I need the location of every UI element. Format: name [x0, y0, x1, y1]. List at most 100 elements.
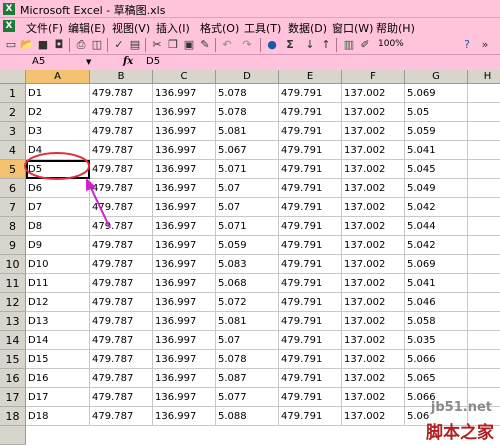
cell-f13[interactable]: 137.002 [342, 312, 405, 331]
cell-a12[interactable]: D12 [26, 293, 90, 312]
cell-f5[interactable]: 137.002 [342, 160, 405, 179]
cell-d7[interactable]: 5.07 [216, 198, 279, 217]
cell-h10[interactable] [468, 255, 500, 274]
cut-icon[interactable]: ✂ [150, 38, 164, 52]
row-header-17[interactable]: 17 [0, 388, 26, 407]
cell-h14[interactable] [468, 331, 500, 350]
cell-f18[interactable]: 137.002 [342, 407, 405, 426]
cell-a10[interactable]: D10 [26, 255, 90, 274]
chart-wizard-icon[interactable]: ▥ [342, 38, 356, 52]
cell-b14[interactable]: 479.787 [90, 331, 153, 350]
cell-e6[interactable]: 479.791 [279, 179, 342, 198]
cell-a9[interactable]: D9 [26, 236, 90, 255]
sort-ascending-icon[interactable]: ↓ [303, 38, 317, 52]
column-header-h[interactable]: H [468, 70, 500, 84]
cell-b13[interactable]: 479.787 [90, 312, 153, 331]
cell-b12[interactable]: 479.787 [90, 293, 153, 312]
column-header-g[interactable]: G [405, 70, 468, 84]
cell-h1[interactable] [468, 84, 500, 103]
format-painter-icon[interactable]: ✎ [198, 38, 212, 52]
help-icon[interactable]: ? [460, 38, 474, 52]
cell-g1[interactable]: 5.069 [405, 84, 468, 103]
cell-a14[interactable]: D14 [26, 331, 90, 350]
cell-d16[interactable]: 5.087 [216, 369, 279, 388]
cell-a4[interactable]: D4 [26, 141, 90, 160]
autosum-icon[interactable]: Σ [283, 38, 297, 52]
cell-e7[interactable]: 479.791 [279, 198, 342, 217]
cell-f11[interactable]: 137.002 [342, 274, 405, 293]
column-header-f[interactable]: F [342, 70, 405, 84]
cell-b1[interactable]: 479.787 [90, 84, 153, 103]
cell-h13[interactable] [468, 312, 500, 331]
cell-g4[interactable]: 5.041 [405, 141, 468, 160]
cell-f8[interactable]: 137.002 [342, 217, 405, 236]
hyperlink-icon[interactable]: ● [265, 38, 279, 52]
cell-b15[interactable]: 479.787 [90, 350, 153, 369]
cell-f14[interactable]: 137.002 [342, 331, 405, 350]
column-header-e[interactable]: E [279, 70, 342, 84]
cell-c17[interactable]: 136.997 [153, 388, 216, 407]
cell-g11[interactable]: 5.041 [405, 274, 468, 293]
cell-e8[interactable]: 479.791 [279, 217, 342, 236]
cell-b4[interactable]: 479.787 [90, 141, 153, 160]
cell-f3[interactable]: 137.002 [342, 122, 405, 141]
cell-d1[interactable]: 5.078 [216, 84, 279, 103]
menu-insert[interactable]: 插入(I) [156, 20, 190, 36]
name-box[interactable]: A5 [22, 56, 92, 68]
cell-c14[interactable]: 136.997 [153, 331, 216, 350]
cell-e4[interactable]: 479.791 [279, 141, 342, 160]
row-header-6[interactable]: 6 [0, 179, 26, 198]
cell-g10[interactable]: 5.069 [405, 255, 468, 274]
cell-d15[interactable]: 5.078 [216, 350, 279, 369]
cell-g12[interactable]: 5.046 [405, 293, 468, 312]
cell-a11[interactable]: D11 [26, 274, 90, 293]
cell-b3[interactable]: 479.787 [90, 122, 153, 141]
cell-h8[interactable] [468, 217, 500, 236]
cell-a16[interactable]: D16 [26, 369, 90, 388]
cell-e18[interactable]: 479.791 [279, 407, 342, 426]
print-preview-icon[interactable]: ◫ [90, 38, 104, 52]
cell-f1[interactable]: 137.002 [342, 84, 405, 103]
permission-icon[interactable]: ◘ [52, 38, 66, 52]
cell-g16[interactable]: 5.065 [405, 369, 468, 388]
cell-b10[interactable]: 479.787 [90, 255, 153, 274]
cell-h12[interactable] [468, 293, 500, 312]
menu-edit[interactable]: 编辑(E) [68, 20, 106, 36]
cell-h3[interactable] [468, 122, 500, 141]
cell-e3[interactable]: 479.791 [279, 122, 342, 141]
cell-h5[interactable] [468, 160, 500, 179]
cell-f9[interactable]: 137.002 [342, 236, 405, 255]
row-header-2[interactable]: 2 [0, 103, 26, 122]
cell-e16[interactable]: 479.791 [279, 369, 342, 388]
cell-c11[interactable]: 136.997 [153, 274, 216, 293]
cell-g8[interactable]: 5.044 [405, 217, 468, 236]
cell-d11[interactable]: 5.068 [216, 274, 279, 293]
cell-b6[interactable]: 479.787 [90, 179, 153, 198]
spelling-icon[interactable]: ✓ [112, 38, 126, 52]
menu-help[interactable]: 帮助(H) [376, 20, 415, 36]
cell-c10[interactable]: 136.997 [153, 255, 216, 274]
cell-d12[interactable]: 5.072 [216, 293, 279, 312]
row-header-8[interactable]: 8 [0, 217, 26, 236]
cell-a2[interactable]: D2 [26, 103, 90, 122]
cell-c8[interactable]: 136.997 [153, 217, 216, 236]
cell-g3[interactable]: 5.059 [405, 122, 468, 141]
cell-b11[interactable]: 479.787 [90, 274, 153, 293]
cell-c18[interactable]: 136.997 [153, 407, 216, 426]
cell-f7[interactable]: 137.002 [342, 198, 405, 217]
cell-g6[interactable]: 5.049 [405, 179, 468, 198]
cell-e17[interactable]: 479.791 [279, 388, 342, 407]
research-icon[interactable]: ▤ [128, 38, 142, 52]
cell-a5[interactable]: D5 [26, 160, 90, 179]
row-header-12[interactable]: 12 [0, 293, 26, 312]
cell-d3[interactable]: 5.081 [216, 122, 279, 141]
copy-icon[interactable]: ❐ [166, 38, 180, 52]
cell-e12[interactable]: 479.791 [279, 293, 342, 312]
column-header-c[interactable]: C [153, 70, 216, 84]
row-header-13[interactable]: 13 [0, 312, 26, 331]
cell-d4[interactable]: 5.067 [216, 141, 279, 160]
formula-input[interactable]: D5 [146, 56, 160, 68]
cell-c9[interactable]: 136.997 [153, 236, 216, 255]
row-header-5[interactable]: 5 [0, 160, 26, 179]
column-header-d[interactable]: D [216, 70, 279, 84]
